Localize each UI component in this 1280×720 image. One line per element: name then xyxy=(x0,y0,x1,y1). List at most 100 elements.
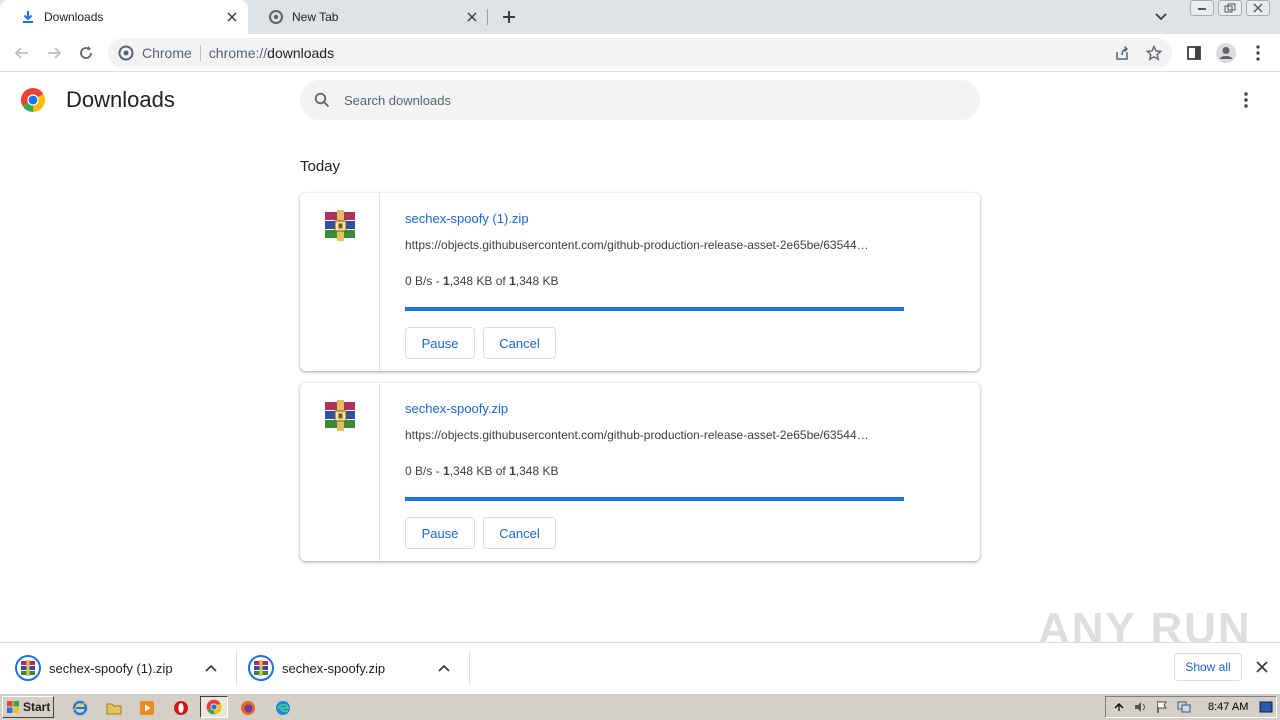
close-tab-icon[interactable] xyxy=(222,7,242,27)
action-center-flag-icon[interactable] xyxy=(1152,697,1172,717)
chevron-up-icon[interactable] xyxy=(434,658,454,678)
tab-strip: Downloads New Tab xyxy=(0,0,1280,34)
minimize-button[interactable] xyxy=(1190,0,1214,16)
tab-new-tab[interactable]: New Tab xyxy=(248,0,488,34)
new-tab-button[interactable] xyxy=(498,6,520,28)
winrar-archive-icon xyxy=(325,400,355,431)
download-progress-bar xyxy=(405,497,904,501)
opera-icon[interactable] xyxy=(171,698,191,718)
back-button[interactable] xyxy=(8,39,36,67)
url-scheme: chrome:// xyxy=(208,45,268,61)
arrow-right-icon xyxy=(48,47,62,59)
system-clock: 8:47 AM xyxy=(1208,701,1249,713)
chrome-favicon xyxy=(268,9,284,25)
show-desktop-icon[interactable] xyxy=(1256,697,1276,717)
done-size-lead: 1 xyxy=(443,464,450,478)
search-icon xyxy=(314,92,330,108)
network-icon[interactable] xyxy=(1174,697,1194,717)
close-tab-icon[interactable] xyxy=(462,7,482,27)
file-status-text: 0 B/s - 1,348 KB of 1,348 KB xyxy=(405,464,558,478)
download-progress-fill xyxy=(405,307,904,311)
file-status-text: 0 B/s - 1,348 KB of 1,348 KB xyxy=(405,274,558,288)
site-name: Chrome xyxy=(142,45,192,61)
show-all-button[interactable]: Show all xyxy=(1174,653,1242,681)
reload-icon xyxy=(80,46,92,59)
chevron-down-icon xyxy=(1155,13,1167,21)
done-size-lead: 1 xyxy=(443,274,450,288)
download-item: sechex-spoofy.zip https://objects.github… xyxy=(300,383,980,561)
speed-text: 0 B/s - xyxy=(405,274,444,288)
winrar-archive-icon xyxy=(325,210,355,241)
shelf-item[interactable]: sechex-spoofy.zip xyxy=(233,643,454,693)
pause-button[interactable]: Pause xyxy=(405,327,475,359)
windows-taskbar: Start 8:47 AM xyxy=(0,693,1280,720)
winrar-archive-icon xyxy=(15,655,41,681)
side-panel-button[interactable] xyxy=(1180,39,1208,67)
address-bar[interactable]: Chrome chrome://downloads xyxy=(108,38,1172,68)
omnibox-divider xyxy=(199,45,201,61)
forward-button[interactable] xyxy=(40,39,68,67)
chrome-taskbar-icon[interactable] xyxy=(200,696,228,718)
total-size-lead: 1 xyxy=(509,274,516,288)
show-hidden-icons-icon[interactable] xyxy=(1109,697,1129,717)
file-explorer-icon[interactable] xyxy=(104,698,124,718)
close-shelf-icon[interactable] xyxy=(1252,657,1272,677)
cancel-button[interactable]: Cancel xyxy=(483,517,556,549)
edge-icon[interactable] xyxy=(273,698,293,718)
bookmark-button[interactable] xyxy=(1140,38,1168,68)
side-panel-icon xyxy=(1187,46,1201,60)
file-icon-column xyxy=(300,193,380,371)
start-button[interactable]: Start xyxy=(2,696,54,718)
file-name-link[interactable]: sechex-spoofy.zip xyxy=(405,401,508,416)
firefox-icon[interactable] xyxy=(238,698,258,718)
star-icon xyxy=(1146,45,1162,61)
download-icon xyxy=(20,9,36,25)
download-progress-bar xyxy=(405,307,904,311)
downloads-header: Downloads xyxy=(0,72,1280,128)
internet-explorer-icon[interactable] xyxy=(70,698,90,718)
url-host: downloads xyxy=(267,45,335,61)
done-size-rest: ,348 KB of xyxy=(449,464,510,478)
shelf-divider xyxy=(469,651,470,685)
shelf-item[interactable]: sechex-spoofy (1).zip xyxy=(0,643,221,693)
tab-downloads[interactable]: Downloads xyxy=(0,0,248,34)
tab-title: New Tab xyxy=(292,10,339,24)
winrar-archive-icon xyxy=(248,655,274,681)
profile-button[interactable] xyxy=(1212,39,1240,67)
volume-icon[interactable] xyxy=(1130,697,1150,717)
done-size-rest: ,348 KB of xyxy=(449,274,510,288)
file-source-url: https://objects.githubusercontent.com/gi… xyxy=(405,238,869,252)
search-downloads-box[interactable] xyxy=(300,80,980,120)
avatar-icon xyxy=(1216,43,1236,63)
shelf-file-name: sechex-spoofy.zip xyxy=(282,660,386,676)
more-actions-button[interactable] xyxy=(1234,88,1258,112)
kebab-menu-icon xyxy=(1244,92,1248,108)
cancel-button[interactable]: Cancel xyxy=(483,327,556,359)
share-button[interactable] xyxy=(1108,38,1136,68)
pause-button[interactable]: Pause xyxy=(405,517,475,549)
total-size-rest: ,348 KB xyxy=(515,274,559,288)
total-size-rest: ,348 KB xyxy=(515,464,559,478)
file-name-link[interactable]: sechex-spoofy (1).zip xyxy=(405,211,529,226)
start-label: Start xyxy=(23,700,51,714)
system-tray xyxy=(1105,696,1277,718)
window-controls xyxy=(1190,0,1270,18)
shelf-file-name: sechex-spoofy (1).zip xyxy=(49,660,173,676)
media-player-icon[interactable] xyxy=(137,698,157,718)
restore-button[interactable] xyxy=(1218,0,1242,16)
page-title: Downloads xyxy=(66,87,175,112)
share-icon xyxy=(1116,45,1129,60)
arrow-left-icon xyxy=(14,47,28,59)
chevron-up-icon[interactable] xyxy=(201,658,221,678)
download-progress-fill xyxy=(405,497,904,501)
reload-button[interactable] xyxy=(72,39,100,67)
browser-menu-button[interactable] xyxy=(1244,39,1272,67)
download-shelf: sechex-spoofy (1).zip sechex-spoofy.zip … xyxy=(0,642,1280,692)
download-item: sechex-spoofy (1).zip https://objects.gi… xyxy=(300,193,980,371)
search-input[interactable] xyxy=(344,92,944,108)
file-icon-column xyxy=(300,383,380,561)
speed-text: 0 B/s - xyxy=(405,464,444,478)
tab-search-button[interactable] xyxy=(1150,6,1172,28)
close-window-button[interactable] xyxy=(1246,0,1270,16)
chrome-logo-icon xyxy=(20,88,46,112)
